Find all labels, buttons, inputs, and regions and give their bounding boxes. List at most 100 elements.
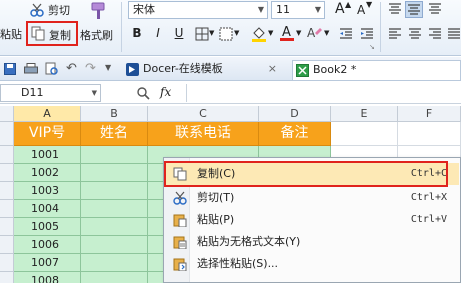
chevron-down-icon[interactable]: ▼: [324, 29, 329, 37]
align-bottom-icon[interactable]: [428, 3, 442, 15]
merge-cells-icon[interactable]: [219, 27, 233, 41]
close-icon[interactable]: ×: [268, 60, 277, 78]
paste-button-label[interactable]: 粘贴: [0, 26, 22, 42]
italic-button[interactable]: I: [149, 24, 167, 42]
name-box[interactable]: D11 ▼: [0, 84, 101, 102]
justify-icon[interactable]: [447, 28, 461, 40]
vip-id-cell[interactable]: 1005: [14, 218, 81, 236]
copy-menu-highlight: [164, 161, 448, 187]
borders-icon[interactable]: [195, 27, 209, 41]
table-header-cell[interactable]: 姓名: [81, 122, 148, 146]
align-right-icon[interactable]: [428, 28, 442, 40]
table-header-cell[interactable]: 备注: [259, 122, 331, 146]
row-header[interactable]: [0, 146, 14, 164]
formula-bar: D11 ▼ fx: [0, 82, 461, 104]
ribbon-toolbar: 粘贴 剪切 复制 格式刷 宋体 ▼ 11 ▼ A ▲ A ▼ B I U ▼ ▼…: [0, 0, 461, 56]
formula-input[interactable]: [186, 84, 461, 102]
row-header[interactable]: [0, 182, 14, 200]
tab-book2[interactable]: Book2 *: [292, 60, 461, 80]
row-header[interactable]: [0, 236, 14, 254]
print-preview-icon[interactable]: [45, 62, 59, 76]
align-top-icon[interactable]: [388, 3, 402, 15]
scissors-icon[interactable]: [30, 3, 44, 17]
bold-button[interactable]: B: [128, 24, 146, 42]
shrink-font-button[interactable]: A: [357, 3, 365, 17]
table-cell[interactable]: [331, 122, 398, 146]
vip-id-cell[interactable]: 1001: [14, 146, 81, 164]
increase-indent-icon[interactable]: [360, 27, 374, 41]
spreadsheet-file-icon: [296, 64, 309, 77]
fill-color-icon[interactable]: [251, 25, 267, 42]
table-cell[interactable]: [81, 182, 148, 200]
vip-id-cell[interactable]: 1002: [14, 164, 81, 182]
font-color-icon[interactable]: A: [279, 24, 295, 42]
vip-id-cell[interactable]: 1008: [14, 272, 81, 283]
docer-logo-icon: [126, 63, 139, 76]
fx-button[interactable]: fx: [160, 85, 171, 99]
column-header-d[interactable]: D: [259, 106, 331, 122]
chevron-down-icon[interactable]: ▼: [105, 63, 111, 72]
row-header[interactable]: [0, 200, 14, 218]
menu-item-paste[interactable]: 粘贴(P) Ctrl+V: [165, 209, 459, 231]
underline-button[interactable]: U: [170, 24, 188, 42]
tab-docer-label: Docer-在线模板: [143, 62, 223, 75]
cut-button[interactable]: 剪切: [48, 2, 70, 18]
table-cell[interactable]: [81, 164, 148, 182]
clear-format-icon[interactable]: A: [306, 25, 322, 41]
format-painter-icon[interactable]: [88, 1, 108, 21]
table-cell[interactable]: [81, 218, 148, 236]
print-icon[interactable]: [24, 63, 38, 75]
table-cell[interactable]: [81, 254, 148, 272]
table-header-cell[interactable]: VIP号: [14, 122, 81, 146]
ribbon-divider: [380, 2, 381, 52]
row-header[interactable]: [0, 272, 14, 283]
table-cell[interactable]: [81, 236, 148, 254]
table-cell[interactable]: [398, 122, 461, 146]
column-header-b[interactable]: B: [81, 106, 148, 122]
copy-icon[interactable]: [31, 26, 45, 41]
row-header[interactable]: [0, 164, 14, 182]
select-all-corner[interactable]: [0, 106, 14, 122]
redo-icon[interactable]: ↷: [85, 61, 96, 76]
decrease-indent-icon[interactable]: [339, 27, 353, 41]
row-header[interactable]: [0, 122, 14, 146]
zoom-icon[interactable]: [137, 87, 150, 100]
chevron-down-icon[interactable]: ▼: [92, 85, 97, 101]
align-middle-button[interactable]: [405, 1, 423, 18]
table-cell[interactable]: [81, 146, 148, 164]
format-painter-button[interactable]: 格式刷: [80, 27, 113, 43]
undo-icon[interactable]: ↶: [66, 61, 77, 76]
column-header-e[interactable]: E: [331, 106, 398, 122]
copy-button[interactable]: 复制: [49, 27, 71, 43]
dialog-launcher-icon[interactable]: ↘: [369, 43, 375, 51]
column-header-f[interactable]: F: [398, 106, 461, 122]
table-header-cell[interactable]: 联系电话: [148, 122, 259, 146]
font-name-select[interactable]: 宋体 ▼: [128, 1, 268, 19]
save-icon[interactable]: [4, 63, 16, 75]
chevron-down-icon[interactable]: ▼: [296, 29, 301, 37]
context-menu: 复制(C) Ctrl+C 剪切(T) Ctrl+X 粘贴(P) Ctrl+V 粘…: [163, 157, 461, 283]
table-cell[interactable]: [81, 200, 148, 218]
row-header[interactable]: [0, 218, 14, 236]
align-left-icon[interactable]: [388, 28, 402, 40]
row-header[interactable]: [0, 254, 14, 272]
vip-id-cell[interactable]: 1003: [14, 182, 81, 200]
menu-item-cut[interactable]: 剪切(T) Ctrl+X: [165, 187, 459, 209]
grow-font-button[interactable]: A: [335, 1, 345, 17]
vip-id-cell[interactable]: 1004: [14, 200, 81, 218]
chevron-down-icon[interactable]: ▼: [234, 29, 239, 37]
column-header-c[interactable]: C: [148, 106, 259, 122]
scissors-icon: [173, 191, 187, 205]
chevron-down-icon[interactable]: ▼: [268, 29, 273, 37]
column-header-a[interactable]: A: [14, 106, 81, 122]
chevron-down-icon[interactable]: ▼: [209, 29, 214, 37]
font-size-select[interactable]: 11 ▼: [271, 1, 325, 19]
vip-id-cell[interactable]: 1007: [14, 254, 81, 272]
align-center-icon[interactable]: [408, 28, 422, 40]
tab-docer[interactable]: Docer-在线模板 ×: [123, 60, 285, 80]
arrow-down-icon: ▼: [366, 0, 373, 9]
menu-item-paste-special[interactable]: 选择性粘贴(S)...: [165, 253, 459, 275]
menu-item-paste-plain-text[interactable]: 粘贴为无格式文本(Y): [165, 231, 459, 253]
vip-id-cell[interactable]: 1006: [14, 236, 81, 254]
table-cell[interactable]: [81, 272, 148, 283]
